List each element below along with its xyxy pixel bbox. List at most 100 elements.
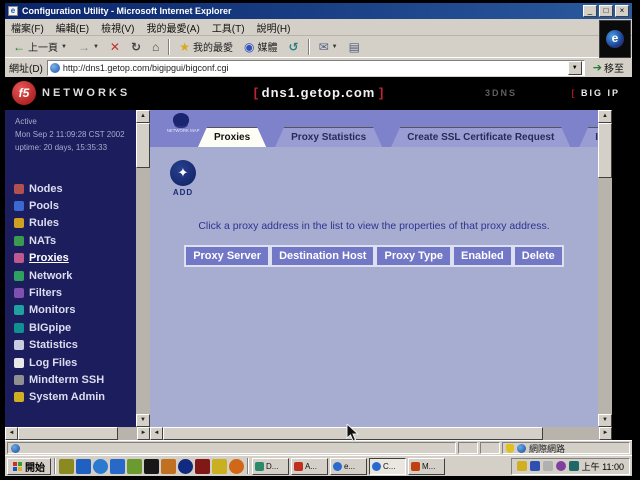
tab-create-ssl-certificate-request[interactable]: Create SSL Certificate Request: [391, 127, 570, 147]
link-bigip[interactable]: [ BIG IP: [571, 88, 620, 98]
scrollbar-thumb[interactable]: [18, 427, 118, 440]
app-icon: [294, 462, 303, 471]
status-bar: 網際網路: [5, 440, 632, 455]
network-map-icon: [173, 113, 189, 126]
quicklaunch-icon-9[interactable]: [195, 459, 210, 474]
sidebar-item-filters[interactable]: Filters: [14, 284, 133, 301]
quicklaunch-icon-11[interactable]: [229, 459, 244, 474]
mail-button[interactable]: ✉▼: [315, 40, 342, 54]
go-button[interactable]: ➔ 移至: [589, 59, 628, 76]
quick-launch-bar: [59, 459, 244, 474]
pools-icon: [14, 201, 24, 211]
nodes-icon: [14, 184, 24, 194]
favorites-button[interactable]: ★ 我的最愛: [175, 38, 237, 55]
sidebar-horizontal-scrollbar[interactable]: ◄ ►: [5, 427, 150, 440]
minimize-button[interactable]: _: [583, 5, 597, 17]
quicklaunch-icon-4[interactable]: [110, 459, 125, 474]
tray-icon-3[interactable]: [543, 461, 553, 471]
main-vertical-scrollbar[interactable]: ▲ ▼: [598, 110, 612, 427]
main-horizontal-scrollbar[interactable]: ◄ ►: [150, 427, 612, 440]
tray-icon-2[interactable]: [530, 461, 540, 471]
scroll-left-icon[interactable]: ◄: [5, 427, 18, 440]
add-button[interactable]: ✦ ADD: [168, 160, 198, 197]
taskbar-window-buttons: D... A... e... C... M...: [252, 458, 445, 475]
scroll-up-icon[interactable]: ▲: [598, 110, 612, 123]
scrollbar-thumb[interactable]: [598, 123, 612, 178]
status-panel: [480, 442, 500, 454]
taskbar-window-button-1[interactable]: D...: [252, 458, 289, 475]
taskbar-window-button-3[interactable]: e...: [330, 458, 367, 475]
maximize-button[interactable]: □: [599, 5, 613, 17]
scroll-right-icon[interactable]: ►: [599, 427, 612, 440]
sidebar-item-monitors[interactable]: Monitors: [14, 302, 133, 319]
proxy-table-header-row: Proxy Server Destination Host Proxy Type…: [150, 245, 598, 267]
sidebar-item-proxies[interactable]: Proxies: [14, 250, 133, 267]
column-header-delete: Delete: [513, 245, 564, 267]
taskbar-window-button-5[interactable]: M...: [408, 458, 445, 475]
quicklaunch-icon-3[interactable]: [93, 459, 108, 474]
sidebar-item-log-files[interactable]: Log Files: [14, 354, 133, 371]
sidebar-item-nats[interactable]: NATs: [14, 232, 133, 249]
menu-edit[interactable]: 編輯(E): [56, 20, 89, 35]
sidebar-item-bigpipe[interactable]: BIGpipe: [14, 319, 133, 336]
video-frame: e Configuration Utility - Microsoft Inte…: [0, 0, 640, 480]
taskbar-window-button-2[interactable]: A...: [291, 458, 328, 475]
back-dropdown-icon: ▼: [61, 44, 67, 50]
scroll-left-icon[interactable]: ◄: [150, 427, 163, 440]
sidebar-item-network[interactable]: Network: [14, 267, 133, 284]
tab-proxies[interactable]: Proxies: [198, 127, 266, 147]
mail-icon: ✉: [319, 41, 329, 53]
stop-button[interactable]: ✕: [106, 40, 124, 54]
media-button[interactable]: ◉ 媒體: [240, 38, 281, 55]
app-icon: [372, 462, 381, 471]
quicklaunch-icon-1[interactable]: [59, 459, 74, 474]
scrollbar-thumb[interactable]: [136, 123, 150, 168]
scroll-right-icon[interactable]: ►: [137, 427, 150, 440]
tab-proxy-statistics[interactable]: Proxy Statistics: [275, 127, 382, 147]
forward-button[interactable]: → ▼: [74, 40, 103, 54]
back-button[interactable]: ← 上一頁▼: [9, 38, 71, 55]
taskbar-separator: [247, 458, 249, 474]
link-3dns[interactable]: 3DNS: [485, 88, 517, 98]
sidebar-item-mindterm-ssh[interactable]: Mindterm SSH: [14, 371, 133, 388]
menu-favorites[interactable]: 我的最愛(A): [146, 20, 199, 35]
quicklaunch-icon-7[interactable]: [161, 459, 176, 474]
system-admin-icon: [14, 392, 24, 402]
refresh-button[interactable]: ↻: [127, 40, 145, 54]
sidebar-item-system-admin[interactable]: System Admin: [14, 389, 133, 406]
scroll-down-icon[interactable]: ▼: [598, 414, 612, 427]
menu-help[interactable]: 說明(H): [257, 20, 291, 35]
window-title: Configuration Utility - Microsoft Intern…: [22, 6, 583, 16]
menu-file[interactable]: 檔案(F): [11, 20, 44, 35]
print-button[interactable]: ▤: [345, 40, 364, 54]
quicklaunch-icon-8[interactable]: [178, 459, 193, 474]
sidebar-vertical-scrollbar[interactable]: ▲ ▼: [136, 110, 150, 427]
address-input[interactable]: [63, 63, 568, 73]
sidebar-item-pools[interactable]: Pools: [14, 197, 133, 214]
tab-install-ssl-certificate[interactable]: Install SSL Certif: [579, 127, 598, 147]
quicklaunch-icon-10[interactable]: [212, 459, 227, 474]
scroll-down-icon[interactable]: ▼: [136, 414, 150, 427]
sidebar-item-nodes[interactable]: Nodes: [14, 180, 133, 197]
sidebar-item-rules[interactable]: Rules: [14, 215, 133, 232]
refresh-icon: ↻: [131, 41, 141, 53]
scroll-up-icon[interactable]: ▲: [136, 110, 150, 123]
quicklaunch-icon-2[interactable]: [76, 459, 91, 474]
tray-icon-5[interactable]: [569, 461, 579, 471]
menu-tools[interactable]: 工具(T): [212, 20, 245, 35]
tray-icon-4[interactable]: [556, 461, 566, 471]
tray-icon-1[interactable]: [517, 461, 527, 471]
quicklaunch-icon-6[interactable]: [144, 459, 159, 474]
home-button[interactable]: ⌂: [148, 40, 163, 54]
address-dropdown-icon[interactable]: ▼: [568, 61, 582, 75]
close-button[interactable]: ×: [615, 5, 629, 17]
start-button[interactable]: 開始: [7, 458, 51, 475]
quicklaunch-icon-5[interactable]: [127, 459, 142, 474]
sidebar-item-statistics[interactable]: Statistics: [14, 337, 133, 354]
taskbar-clock: 上午 11:00: [582, 460, 624, 473]
menu-view[interactable]: 檢視(V): [101, 20, 134, 35]
app-icon: [255, 462, 264, 471]
column-header-enabled: Enabled: [452, 245, 513, 267]
taskbar-window-button-active[interactable]: C...: [369, 458, 406, 475]
history-button[interactable]: ↺: [285, 40, 303, 54]
